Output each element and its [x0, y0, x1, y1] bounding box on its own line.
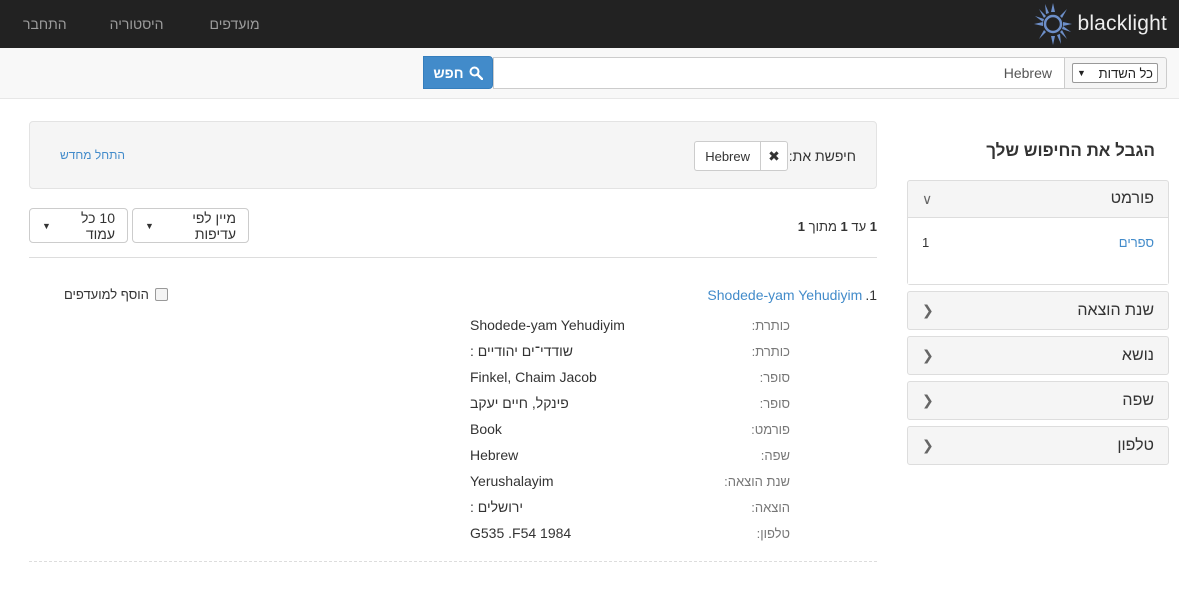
divider	[29, 561, 877, 562]
facet-label: נושא	[1121, 346, 1154, 364]
dropdown-arrow-icon: ▼	[1077, 68, 1086, 78]
field-label: סופר:	[759, 395, 790, 411]
facet-call-number-header[interactable]: טלפון ❮	[908, 427, 1168, 464]
field-value: G535 .F54 1984	[470, 525, 572, 541]
field-value: Book	[470, 421, 502, 437]
brand-name: blacklight	[1077, 12, 1167, 35]
facet-label: שפה	[1122, 391, 1154, 409]
search-button-label: חפש	[433, 64, 464, 81]
field-value: פינקל, חיים יעקב	[470, 395, 569, 411]
search-icon	[469, 66, 483, 80]
field-value: Shodede-yam Yehudiyim	[470, 317, 625, 333]
field-row: כותרת: שודדי־ים יהודיים :	[470, 338, 790, 364]
remove-constraint-button[interactable]: ✖	[760, 141, 788, 171]
search-bar: כל השדות ▼ חפש	[0, 48, 1179, 99]
constraint-value: Hebrew	[694, 141, 760, 171]
facet-format-values: ספרים 1	[908, 218, 1168, 284]
field-row: סופר: פינקל, חיים יעקב	[470, 390, 790, 416]
facet-label: שנת הוצאה	[1077, 301, 1154, 319]
sort-label: מיין לפי עדיפות	[192, 209, 236, 242]
field-row: סופר: Finkel, Chaim Jacob	[470, 364, 790, 390]
document-title-link[interactable]: Shodede-yam Yehudiyim	[707, 287, 862, 303]
field-label: כותרת:	[751, 317, 790, 333]
caret-down-icon: ▼	[42, 220, 51, 231]
bookmark-checkbox[interactable]	[154, 288, 168, 301]
field-row: טלפון: G535 .F54 1984	[470, 520, 790, 546]
search-button[interactable]: חפש	[423, 56, 493, 89]
document-fields: כותרת: Shodede-yam Yehudiyim כותרת: שודדי־…	[470, 312, 790, 546]
page-entries-to-word: עד	[851, 219, 867, 234]
field-row: פורמט: Book	[470, 416, 790, 442]
facet-language-header[interactable]: שפה ❮	[908, 382, 1168, 419]
nav-login-link[interactable]: התחבר	[0, 0, 87, 48]
facet-format: פורמט ∨ ספרים 1	[907, 180, 1169, 285]
facets-heading: הגבל את החיפוש שלך	[986, 141, 1155, 160]
field-value: Hebrew	[470, 447, 519, 463]
facet-language[interactable]: שפה ❮	[907, 381, 1169, 420]
document-title: 1. Shodede-yam Yehudiyim	[707, 287, 877, 303]
chevron-left-icon: ❮	[922, 392, 934, 408]
facet-format-header[interactable]: פורמט ∨	[908, 181, 1168, 218]
top-navbar: blacklight התחבר היסטוריה מועדפים	[0, 0, 1179, 48]
nav-history-link[interactable]: היסטוריה	[87, 0, 187, 48]
field-value: שודדי־ים יהודיים :	[470, 343, 574, 359]
blacklight-logo-icon	[1034, 3, 1073, 45]
field-label: שפה:	[760, 447, 790, 463]
chevron-left-icon: ❮	[922, 437, 934, 453]
field-value: Yerushalayim	[470, 473, 554, 489]
search-field-select-box: כל השדות ▼	[1072, 63, 1158, 83]
field-row: שפה: Hebrew	[470, 442, 790, 468]
field-row: שנת הוצאה: Yerushalayim	[470, 468, 790, 494]
field-label: סופר:	[759, 369, 790, 385]
page-entries-to: 1	[840, 219, 848, 234]
bookmark-toggle[interactable]: הוסף למועדפים	[64, 287, 168, 302]
facet-pub-year[interactable]: שנת הוצאה ❮	[907, 291, 1169, 330]
chevron-left-icon: ❮	[922, 347, 934, 363]
per-page-label: 10 כל עמוד	[81, 209, 115, 242]
facet-subject[interactable]: נושא ❮	[907, 336, 1169, 375]
facet-value-books[interactable]: ספרים	[1119, 235, 1154, 284]
divider	[29, 257, 877, 258]
sort-and-per-page: 10 כל עמוד ▼ מיין לפי עדיפות ▼	[29, 208, 249, 243]
facet-pub-year-header[interactable]: שנת הוצאה ❮	[908, 292, 1168, 329]
field-label: הוצאה:	[751, 499, 790, 515]
field-row: הוצאה: ירושלים :	[470, 494, 790, 520]
field-label: טלפון:	[756, 525, 790, 541]
field-value: Finkel, Chaim Jacob	[470, 369, 597, 385]
field-value: ירושלים :	[470, 499, 524, 515]
field-label: שנת הוצאה:	[724, 473, 790, 489]
facet-call-number[interactable]: טלפון ❮	[907, 426, 1169, 465]
brand[interactable]: blacklight	[1033, 0, 1167, 48]
start-over-link[interactable]: התחל מחדש	[60, 148, 125, 162]
page-entries-total: 1	[797, 219, 806, 234]
search-input[interactable]	[493, 57, 1065, 89]
applied-constraints: חיפשת את: ✖ Hebrew התחל מחדש	[29, 121, 877, 189]
facet-label: פורמט	[1110, 190, 1154, 207]
field-label: כותרת:	[751, 343, 790, 359]
chevron-left-icon: ❮	[922, 302, 934, 318]
nav-bookmarks-link[interactable]: מועדפים	[187, 0, 283, 48]
facet-count: 1	[922, 235, 930, 250]
document-index: 1.	[865, 287, 877, 303]
user-nav: התחבר היסטוריה מועדפים	[0, 0, 283, 48]
facet-subject-header[interactable]: נושא ❮	[908, 337, 1168, 374]
per-page-dropdown[interactable]: 10 כל עמוד ▼	[29, 208, 128, 243]
page-entries-of-word: מתוך	[808, 219, 837, 234]
search-field-select-value: כל השדות	[1098, 65, 1153, 81]
facet-label: טלפון	[1117, 436, 1154, 454]
remove-icon: ✖	[768, 147, 780, 164]
constraints-label: חיפשת את:	[788, 148, 856, 164]
sort-dropdown[interactable]: מיין לפי עדיפות ▼	[132, 208, 249, 243]
page-entries-from: 1	[869, 219, 877, 234]
page-entries: 1 עד 1 מתוך 1	[798, 219, 877, 234]
caret-down-icon: ▼	[145, 220, 154, 231]
field-label: פורמט:	[751, 421, 790, 437]
chevron-down-icon: ∨	[922, 190, 933, 207]
constraint-query: ✖ Hebrew	[694, 141, 788, 171]
bookmark-label: הוסף למועדפים	[64, 287, 149, 302]
field-row: כותרת: Shodede-yam Yehudiyim	[470, 312, 790, 338]
facets-sidebar: הגבל את החיפוש שלך פורמט ∨ ספרים 1 שנת ה…	[907, 120, 1169, 471]
search-field-select[interactable]: כל השדות ▼	[1063, 57, 1167, 89]
